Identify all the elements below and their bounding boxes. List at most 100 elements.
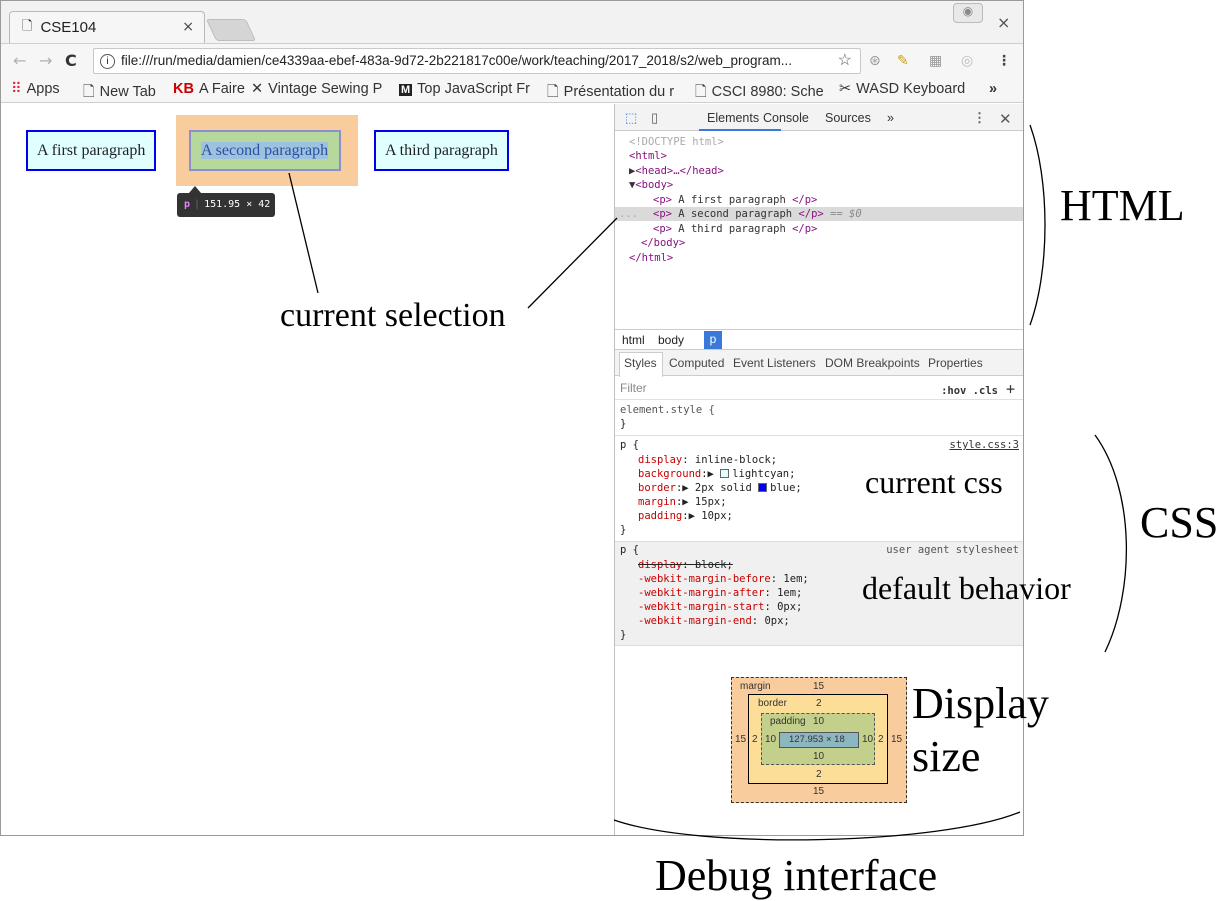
- info-icon[interactable]: i: [100, 53, 115, 69]
- bookmark-vintage-sewing[interactable]: ✕ Vintage Sewing P: [251, 81, 382, 97]
- filter-tools[interactable]: :hov .cls +: [941, 380, 1015, 398]
- tabs-more[interactable]: »: [887, 111, 894, 125]
- boxmodel-padding-left: 10: [765, 734, 777, 745]
- css-declaration[interactable]: border:▶ 2px solid blue;: [638, 482, 802, 496]
- paragraph-second-selected[interactable]: A second paragraph: [189, 130, 341, 171]
- expand-icon[interactable]: ▶: [708, 468, 714, 480]
- paragraph-third[interactable]: A third paragraph: [374, 130, 509, 171]
- dom-p-second[interactable]: <p> A second paragraph </p> == $0: [653, 207, 862, 222]
- inspect-tooltip: p | 151.95 × 42: [177, 193, 275, 217]
- tab-properties[interactable]: Properties: [928, 356, 983, 370]
- dom-html-close[interactable]: </html>: [629, 251, 673, 266]
- back-icon[interactable]: ←: [13, 51, 26, 70]
- bookmark-top-javascript[interactable]: M Top JavaScript Fr: [399, 81, 530, 97]
- annotation-current-selection: current selection: [280, 297, 506, 334]
- expand-icon[interactable]: ▶: [682, 482, 688, 494]
- extension-icon[interactable]: ✎: [897, 53, 909, 69]
- forward-icon[interactable]: →: [39, 51, 52, 70]
- boxmodel-margin-left: 15: [735, 734, 747, 745]
- html-bracket: [1029, 124, 1046, 326]
- breadcrumb-body[interactable]: body: [658, 333, 684, 347]
- breadcrumb: html body p: [615, 329, 1023, 349]
- dom-body-open[interactable]: ▼<body>: [629, 178, 673, 193]
- page-viewport: A first paragraph A second paragraph A t…: [1, 104, 614, 835]
- menu-icon[interactable]: ⋮: [997, 53, 1011, 69]
- breadcrumb-html[interactable]: html: [622, 333, 645, 347]
- inspect-icon[interactable]: ⬚: [625, 110, 637, 126]
- boxmodel-border-top: 2: [816, 698, 822, 709]
- annotation-display-size-line2: size: [912, 732, 981, 781]
- boxmodel-margin-right: 15: [891, 734, 903, 745]
- annotation-html: HTML: [1060, 181, 1185, 230]
- tab-sources[interactable]: Sources: [825, 111, 871, 125]
- bookmark-a-faire[interactable]: KB A Faire: [173, 81, 245, 97]
- dom-html-open[interactable]: <html>: [629, 149, 667, 164]
- star-icon[interactable]: ☆: [838, 49, 852, 73]
- expand-icon[interactable]: ▶: [682, 496, 688, 508]
- address-bar[interactable]: i file:///run/media/damien/ce4339aa-ebef-…: [93, 48, 861, 74]
- dom-body-close[interactable]: </body>: [641, 236, 685, 251]
- reload-icon[interactable]: C: [65, 51, 77, 70]
- css-declaration: -webkit-margin-start: 0px;: [638, 601, 803, 613]
- bookmark-new-tab[interactable]: 🗋 New Tab: [83, 81, 156, 102]
- css-declaration[interactable]: padding:▶ 10px;: [638, 510, 733, 524]
- dom-ellipsis[interactable]: ...: [619, 207, 638, 222]
- profile-icon[interactable]: ◉: [953, 3, 983, 23]
- rule-selector[interactable]: p {: [620, 439, 639, 453]
- breadcrumb-p[interactable]: p: [704, 331, 722, 349]
- tab-event-listeners[interactable]: Event Listeners: [733, 356, 816, 370]
- close-tab-icon[interactable]: ×: [182, 19, 194, 35]
- dom-p-first[interactable]: <p> A first paragraph </p>: [653, 193, 817, 208]
- paragraph-first[interactable]: A first paragraph: [26, 130, 157, 171]
- bookmark-apps[interactable]: ⠿ Apps: [11, 81, 60, 97]
- element-style-block: element.style { }: [615, 401, 1023, 436]
- page-icon: 🗋: [22, 18, 33, 34]
- css-bracket: [1094, 434, 1127, 653]
- bookmark-presentation[interactable]: 🗋 Présentation du r: [547, 81, 674, 102]
- css-declaration-overridden: display: block;: [638, 559, 733, 571]
- device-toggle-icon[interactable]: ▯: [651, 110, 658, 126]
- browser-tab[interactable]: 🗋 CSE104 ×: [9, 11, 205, 43]
- window-close-icon[interactable]: ×: [997, 13, 1010, 32]
- dom-p-third[interactable]: <p> A third paragraph </p>: [653, 222, 817, 237]
- dom-head[interactable]: ▶<head>…</head>: [629, 164, 724, 179]
- kb-icon: KB: [173, 81, 194, 97]
- styles-filter: Filter :hov .cls +: [615, 376, 1023, 400]
- boxmodel-border-label: border: [758, 698, 787, 709]
- active-tab-indicator: [699, 129, 781, 131]
- bookmark-csci-8980[interactable]: 🗋 CSCI 8980: Sche: [695, 81, 824, 102]
- filter-input[interactable]: Filter: [620, 381, 647, 395]
- tab-console[interactable]: Console: [763, 111, 809, 125]
- boxmodel-margin-top: 15: [813, 681, 825, 692]
- tab-elements[interactable]: Elements: [707, 111, 759, 125]
- extension-icon[interactable]: ◎: [961, 53, 973, 69]
- css-declaration: -webkit-margin-end: 0px;: [638, 615, 790, 627]
- dom-tree: <!DOCTYPE html> <html> ▶<head>…</head> ▼…: [615, 134, 1023, 329]
- close-brace: }: [620, 418, 627, 430]
- extension-icon[interactable]: ▦: [929, 53, 942, 69]
- add-rule-icon[interactable]: +: [1006, 380, 1015, 398]
- extension-icon[interactable]: ⊛: [869, 53, 881, 69]
- tab-computed[interactable]: Computed: [669, 356, 724, 370]
- bookmarks-bar: ⠿ Apps 🗋 New Tab KB A Faire ✕ Vintage Sewing…: [1, 77, 1023, 103]
- boxmodel-margin-bottom: 15: [813, 786, 825, 797]
- color-swatch[interactable]: [758, 483, 768, 492]
- element-style-selector[interactable]: element.style {: [620, 404, 715, 418]
- bookmarks-more[interactable]: »: [989, 81, 997, 97]
- bookmark-wasd[interactable]: ✂ WASD Keyboard: [839, 81, 965, 97]
- styles-tabbar: Styles Computed Event Listeners DOM Brea…: [615, 349, 1023, 377]
- css-declaration[interactable]: background:▶ lightcyan;: [638, 468, 795, 482]
- css-declaration[interactable]: margin:▶ 15px;: [638, 496, 727, 510]
- tab-dom-breakpoints[interactable]: DOM Breakpoints: [825, 356, 920, 370]
- devtools-menu-icon[interactable]: ⋮: [973, 110, 986, 126]
- rule-source-link[interactable]: style.css:3: [949, 439, 1019, 453]
- new-tab-button[interactable]: [205, 19, 257, 41]
- color-swatch[interactable]: [720, 469, 730, 478]
- devtools-close-icon[interactable]: ✕: [999, 110, 1012, 128]
- css-declaration[interactable]: display: inline-block;: [638, 454, 777, 468]
- apps-icon: ⠿: [11, 81, 22, 97]
- tab-styles[interactable]: Styles: [624, 356, 657, 370]
- expand-icon[interactable]: ▶: [689, 510, 695, 522]
- url-text: file:///run/media/damien/ce4339aa-ebef-4…: [121, 53, 792, 68]
- boxmodel-border-bottom: 2: [816, 769, 822, 780]
